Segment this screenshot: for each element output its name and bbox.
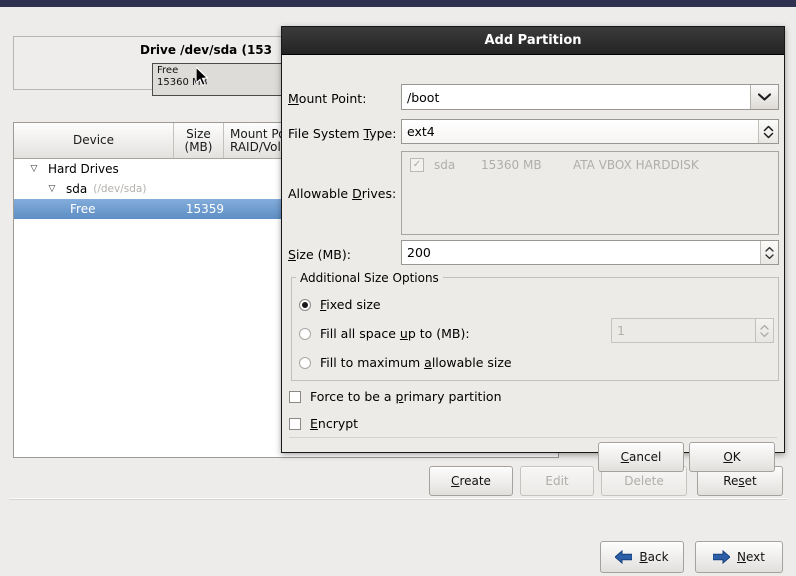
option-fill-all-space[interactable]: Fill all space up to (MB): [299,326,470,341]
add-partition-dialog: Add Partition Mount Point: /boot File Sy… [281,26,785,472]
file-system-type-label: File System Type: [288,126,397,141]
size-mb-label: Size (MB): [288,247,351,262]
size-mb-spin-button[interactable] [760,241,778,264]
chevron-up-down-icon [763,125,774,138]
dialog-title: Add Partition [484,33,582,48]
file-system-type-spin-button[interactable] [758,120,778,143]
drive-checkbox[interactable]: ✓ [410,158,424,172]
additional-size-options-title: Additional Size Options [296,271,443,285]
drive-free-segment-size: 15360 MB [157,77,208,88]
list-item-label: Hard Drives [48,162,119,176]
arrow-right-icon [713,550,731,564]
next-button-label: Next [737,550,765,564]
checkbox-encrypt-label: Encrypt [310,416,359,431]
column-header-device: Device [14,123,174,158]
back-button-label: Back [639,550,669,564]
drive-name: sda [434,158,456,172]
mount-point-value: /boot [407,89,440,105]
drive-model: ATA VBOX HARDDISK [573,158,699,172]
allowable-drives-listbox[interactable]: ✓ sda 15360 MB ATA VBOX HARDDISK [401,151,779,235]
drive-free-segment-label: Free [157,65,179,76]
column-header-device-line1: Device [72,133,115,147]
create-button[interactable]: Create [429,466,513,496]
option-fill-maximum[interactable]: Fill to maximum allowable size [299,355,512,370]
checkbox-encrypt-row[interactable]: Encrypt [289,416,358,431]
option-fixed-size[interactable]: Fixed size [299,297,381,312]
dialog-footer-divider [289,437,777,438]
reset-button-label: Reset [723,474,757,488]
file-system-type-value: ext4 [407,124,435,139]
spinner-up-down-icon [760,324,769,337]
fill-all-space-spin-button[interactable] [755,319,773,342]
size-mb-value: 200 [407,245,431,260]
allowable-drives-label: Allowable Drives: [288,186,397,201]
next-button[interactable]: Next [695,541,783,573]
radio-fill-maximum[interactable] [299,356,311,369]
checkbox-force-primary-label: Force to be a primary partition [310,389,502,404]
ok-button-label: OK [723,450,741,464]
size-mb-input[interactable]: 200 [401,240,779,265]
fill-all-space-input[interactable]: 1 [611,318,774,343]
radio-fixed-size[interactable] [299,298,311,311]
arrow-left-icon [615,550,633,564]
list-item-size: 15359 [185,202,224,216]
edit-button-label: Edit [545,474,569,488]
mount-point-combobox[interactable]: /boot [401,84,779,110]
option-fixed-size-label: Fixed size [320,297,381,312]
list-item-label: sda [66,182,88,196]
create-button-label: Create [451,474,491,488]
checkbox-encrypt[interactable] [289,417,301,430]
list-item-sublabel: (/dev/sda) [93,183,147,195]
column-header-size-line2: (MB) [184,139,213,154]
checkbox-force-primary[interactable] [289,390,301,403]
ok-button[interactable]: OK [689,442,775,472]
option-fill-all-space-label: Fill all space up to (MB): [320,326,470,341]
mount-point-dropdown-button[interactable] [750,85,778,109]
expander-icon[interactable]: ▽ [46,184,58,194]
column-header-size: Size (MB) [174,123,224,158]
cancel-button-label: Cancel [620,450,662,464]
spinner-up-down-icon [765,246,774,259]
mount-point-label: Mount Point: [288,91,367,106]
list-item-label: Free [70,202,96,216]
option-fill-maximum-label: Fill to maximum allowable size [320,355,512,370]
drive-size: 15360 MB [481,158,542,172]
dialog-body: Mount Point: /boot File System Type: ext… [282,55,784,472]
radio-fill-all-space[interactable] [299,327,311,340]
checkbox-force-primary-row[interactable]: Force to be a primary partition [289,389,502,404]
column-header-size-line1: Size [186,126,211,141]
list-item[interactable]: ✓ sda 15360 MB ATA VBOX HARDDISK [402,156,778,174]
dialog-titlebar: Add Partition [282,27,784,55]
delete-button-label: Delete [624,474,664,488]
desktop-top-strip [0,0,796,7]
drive-summary-title: Drive /dev/sda (153 [140,43,272,57]
chevron-down-icon [758,93,771,101]
fill-all-space-value: 1 [617,323,625,338]
footer-divider [9,498,787,500]
expander-icon[interactable]: ▽ [28,164,40,174]
file-system-type-combobox[interactable]: ext4 [401,119,779,144]
back-button[interactable]: Back [600,541,684,573]
edit-button[interactable]: Edit [520,466,594,496]
cancel-button[interactable]: Cancel [598,442,684,472]
